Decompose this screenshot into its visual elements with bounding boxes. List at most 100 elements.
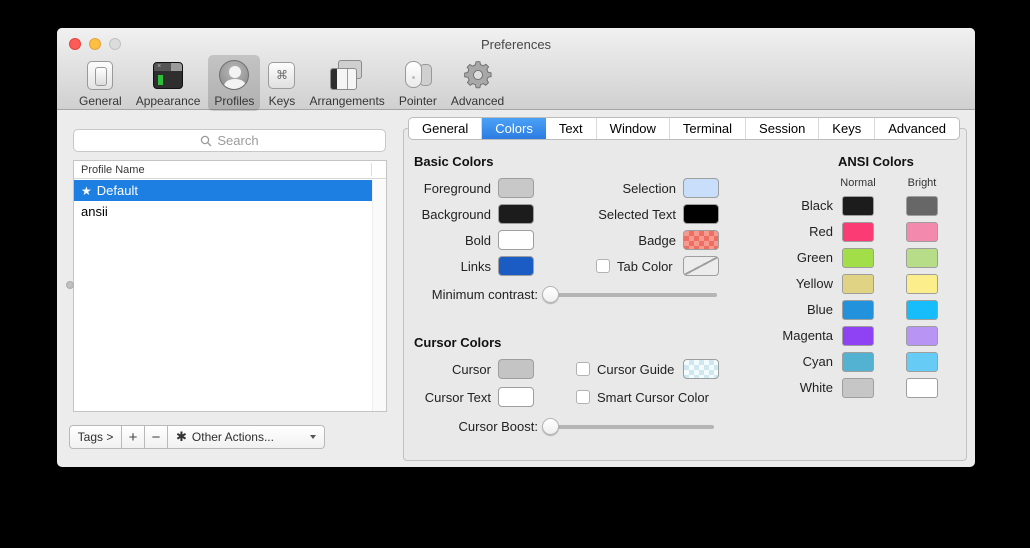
cursor-boost-slider[interactable] bbox=[545, 425, 714, 429]
ansi-magenta-normal-well[interactable] bbox=[842, 326, 874, 346]
ansi-black-bright-well[interactable] bbox=[906, 196, 938, 216]
toolbar-item-appearance[interactable]: Appearance bbox=[130, 55, 207, 111]
colors-tab-panel: Basic Colors Foreground Background Bold … bbox=[403, 128, 967, 461]
overlapping-windows-icon bbox=[330, 60, 364, 90]
basic-colors-title: Basic Colors bbox=[414, 154, 493, 169]
toolbar-item-arrangements[interactable]: Arrangements bbox=[303, 55, 390, 111]
cursor-boost-knob[interactable] bbox=[542, 418, 559, 435]
ansi-white-bright-well[interactable] bbox=[906, 378, 938, 398]
tab-advanced[interactable]: Advanced bbox=[875, 118, 959, 139]
person-icon bbox=[219, 60, 249, 90]
ansi-red-label: Red bbox=[733, 224, 833, 239]
ansi-black-label: Black bbox=[733, 198, 833, 213]
tab-color-checkbox[interactable] bbox=[596, 259, 610, 273]
badge-color-well[interactable] bbox=[683, 230, 719, 250]
tab-terminal[interactable]: Terminal bbox=[670, 118, 746, 139]
tab-keys[interactable]: Keys bbox=[819, 118, 875, 139]
profile-list: Profile Name ★ Default ansii bbox=[73, 160, 387, 412]
selected-text-label: Selected Text bbox=[536, 207, 676, 222]
remove-profile-button[interactable]: − bbox=[144, 425, 168, 449]
background-color-well[interactable] bbox=[498, 204, 534, 224]
toolbar-item-general[interactable]: General bbox=[73, 55, 128, 111]
smart-cursor-color-checkbox[interactable] bbox=[576, 390, 590, 404]
tab-general[interactable]: General bbox=[409, 118, 482, 139]
links-label: Links bbox=[404, 259, 491, 274]
profile-row-label: ansii bbox=[81, 204, 108, 219]
cursor-boost-label: Cursor Boost: bbox=[404, 419, 538, 434]
profile-row-label: Default bbox=[97, 183, 138, 198]
cursor-guide-color-well[interactable] bbox=[683, 359, 719, 379]
ansi-cyan-label: Cyan bbox=[733, 354, 833, 369]
cursor-guide-checkbox[interactable] bbox=[576, 362, 590, 376]
scrollbar-track[interactable] bbox=[372, 180, 386, 411]
window-title: Preferences bbox=[57, 37, 975, 52]
ansi-blue-bright-well[interactable] bbox=[906, 300, 938, 320]
cursor-label: Cursor bbox=[404, 362, 491, 377]
split-handle-dot bbox=[66, 281, 74, 289]
badge-label: Badge bbox=[536, 233, 676, 248]
ansi-cyan-normal-well[interactable] bbox=[842, 352, 874, 372]
titlebar-toolbar: Preferences General Appearance Profiles … bbox=[57, 28, 975, 110]
ansi-yellow-bright-well[interactable] bbox=[906, 274, 938, 294]
ansi-magenta-bright-well[interactable] bbox=[906, 326, 938, 346]
ansi-black-normal-well[interactable] bbox=[842, 196, 874, 216]
ansi-yellow-normal-well[interactable] bbox=[842, 274, 874, 294]
selection-color-well[interactable] bbox=[683, 178, 719, 198]
ansi-yellow-label: Yellow bbox=[733, 276, 833, 291]
tags-button[interactable]: Tags > bbox=[69, 425, 122, 449]
minimum-contrast-knob[interactable] bbox=[542, 286, 559, 303]
tab-text[interactable]: Text bbox=[546, 118, 597, 139]
toolbar-item-advanced[interactable]: Advanced bbox=[445, 55, 510, 111]
toolbar-item-profiles[interactable]: Profiles bbox=[208, 55, 260, 111]
cursor-color-well[interactable] bbox=[498, 359, 534, 379]
ansi-blue-label: Blue bbox=[733, 302, 833, 317]
tab-color-label: Tab Color bbox=[617, 259, 673, 274]
links-color-well[interactable] bbox=[498, 256, 534, 276]
toolbar-item-pointer[interactable]: Pointer bbox=[393, 55, 443, 111]
ansi-green-normal-well[interactable] bbox=[842, 248, 874, 268]
profile-list-header[interactable]: Profile Name bbox=[74, 161, 386, 179]
ansi-blue-normal-well[interactable] bbox=[842, 300, 874, 320]
default-star-icon: ★ bbox=[81, 184, 92, 198]
cursor-text-color-well[interactable] bbox=[498, 387, 534, 407]
foreground-color-well[interactable] bbox=[498, 178, 534, 198]
profile-row-ansii[interactable]: ansii bbox=[74, 201, 372, 222]
dark-window-icon bbox=[153, 62, 183, 89]
ansi-cyan-bright-well[interactable] bbox=[906, 352, 938, 372]
foreground-label: Foreground bbox=[404, 181, 491, 196]
smart-cursor-color-label: Smart Cursor Color bbox=[597, 390, 709, 405]
tab-session[interactable]: Session bbox=[746, 118, 819, 139]
selected-text-color-well[interactable] bbox=[683, 204, 719, 224]
toolbar-item-keys[interactable]: ⌘ Keys bbox=[262, 55, 301, 111]
minimum-contrast-label: Minimum contrast: bbox=[404, 287, 538, 302]
ansi-green-label: Green bbox=[733, 250, 833, 265]
chevron-down-icon bbox=[310, 435, 316, 439]
ansi-colors-title: ANSI Colors bbox=[838, 154, 914, 169]
tab-window[interactable]: Window bbox=[597, 118, 670, 139]
profile-row-default[interactable]: ★ Default bbox=[74, 180, 372, 201]
ansi-green-bright-well[interactable] bbox=[906, 248, 938, 268]
cursor-guide-label: Cursor Guide bbox=[597, 362, 674, 377]
selection-label: Selection bbox=[536, 181, 676, 196]
toolbar: General Appearance Profiles ⌘ Keys Arran… bbox=[73, 55, 512, 111]
other-actions-popup[interactable]: ✱ Other Actions... bbox=[167, 425, 325, 449]
ansi-red-bright-well[interactable] bbox=[906, 222, 938, 242]
gear-icon bbox=[462, 59, 494, 91]
preferences-window: Preferences General Appearance Profiles … bbox=[57, 28, 975, 467]
add-profile-button[interactable]: + bbox=[121, 425, 145, 449]
gear-icon: ✱ bbox=[176, 429, 187, 445]
bold-label: Bold bbox=[404, 233, 491, 248]
search-input[interactable]: Search bbox=[73, 129, 386, 152]
tab-color-well[interactable] bbox=[683, 256, 719, 276]
cursor-colors-title: Cursor Colors bbox=[414, 335, 501, 350]
background-label: Background bbox=[404, 207, 491, 222]
ansi-white-normal-well[interactable] bbox=[842, 378, 874, 398]
ansi-magenta-label: Magenta bbox=[733, 328, 833, 343]
normal-column-header: Normal bbox=[828, 177, 888, 189]
minimum-contrast-slider[interactable] bbox=[545, 293, 717, 297]
cursor-text-label: Cursor Text bbox=[404, 390, 491, 405]
tab-colors[interactable]: Colors bbox=[482, 118, 546, 139]
bright-column-header: Bright bbox=[892, 177, 952, 189]
ansi-red-normal-well[interactable] bbox=[842, 222, 874, 242]
bold-color-well[interactable] bbox=[498, 230, 534, 250]
